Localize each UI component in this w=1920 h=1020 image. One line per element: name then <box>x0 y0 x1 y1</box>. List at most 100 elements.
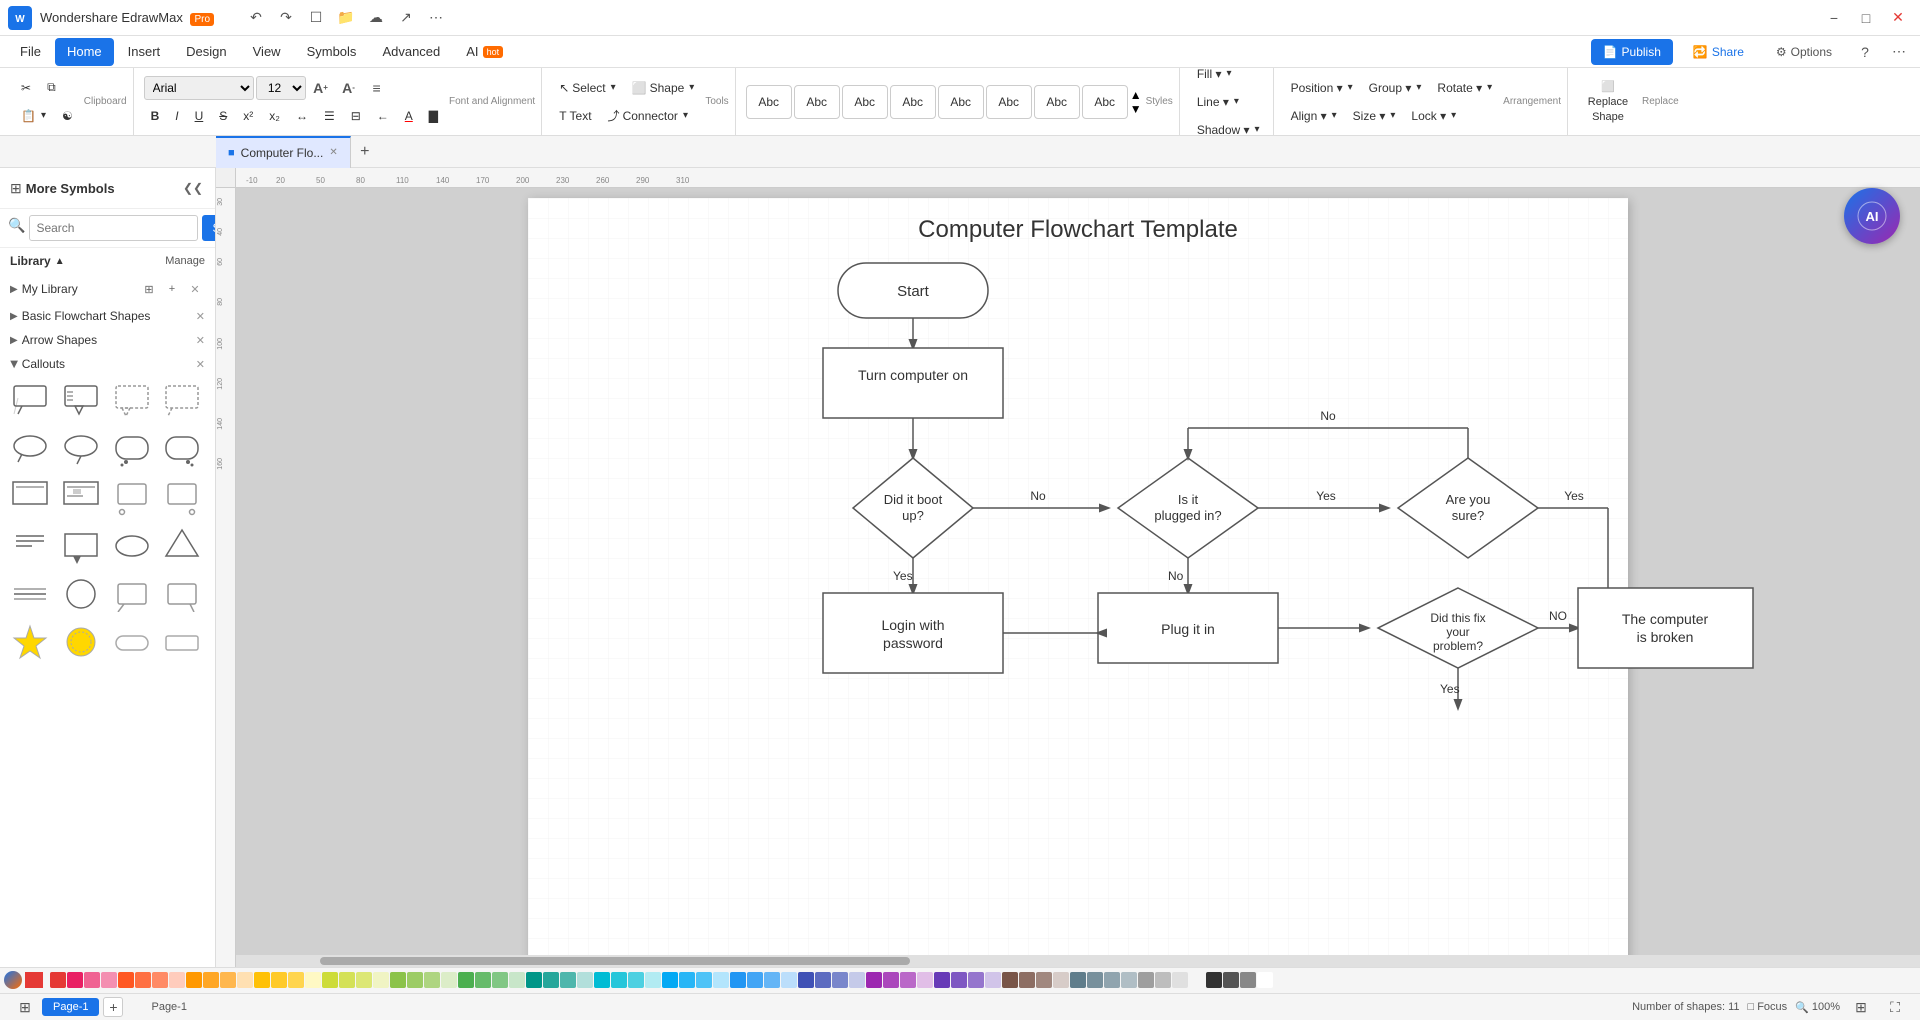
color-swatch[interactable] <box>458 972 474 988</box>
color-swatch[interactable] <box>781 972 797 988</box>
ai-avatar[interactable]: AI <box>1844 188 1900 244</box>
bold-button[interactable]: B <box>144 103 167 129</box>
color-swatch[interactable] <box>900 972 916 988</box>
maximize-button[interactable]: □ <box>1852 4 1880 32</box>
callout-shape-16[interactable] <box>160 524 204 568</box>
color-swatch[interactable] <box>679 972 695 988</box>
search-button[interactable]: Search <box>202 215 216 241</box>
abc-shape-3[interactable]: Abc <box>842 85 888 119</box>
minimize-button[interactable]: − <box>1820 4 1848 32</box>
color-swatch[interactable] <box>118 972 134 988</box>
color-swatch[interactable] <box>152 972 168 988</box>
copy-button[interactable]: ⧉ <box>40 75 63 101</box>
color-swatch[interactable] <box>1002 972 1018 988</box>
callout-shape-14[interactable] <box>59 524 103 568</box>
underline-button[interactable]: U <box>188 103 211 129</box>
abc-shape-6[interactable]: Abc <box>986 85 1032 119</box>
menu-symbols[interactable]: Symbols <box>295 38 369 66</box>
color-swatch[interactable] <box>1087 972 1103 988</box>
abc-shape-7[interactable]: Abc <box>1034 85 1080 119</box>
italic-button[interactable]: I <box>168 103 185 129</box>
save-button[interactable]: ☐ <box>302 4 330 32</box>
callout-shape-13[interactable] <box>8 524 52 568</box>
font-size-select[interactable]: 12 <box>256 76 306 100</box>
color-swatch[interactable] <box>441 972 457 988</box>
paste-button[interactable]: 📋 <box>14 103 53 129</box>
color-swatch[interactable] <box>866 972 882 988</box>
my-library-expand-btn[interactable]: ⊞ <box>139 279 159 299</box>
color-swatch[interactable] <box>509 972 525 988</box>
current-color-swatch[interactable] <box>25 972 43 988</box>
callout-shape-9[interactable] <box>8 476 52 520</box>
callout-shape-23[interactable] <box>110 620 154 664</box>
basic-flowchart-close-btn[interactable]: ✕ <box>196 310 205 323</box>
callout-shape-20[interactable] <box>160 572 204 616</box>
share-button[interactable]: 🔁 Share <box>1681 41 1756 63</box>
color-swatch[interactable] <box>628 972 644 988</box>
color-wheel-button[interactable] <box>4 971 22 989</box>
open-button[interactable]: 📁 <box>332 4 360 32</box>
color-swatch[interactable] <box>339 972 355 988</box>
my-library-section[interactable]: ▶ My Library ⊞ + ✕ <box>0 274 215 304</box>
my-library-close-btn[interactable]: ✕ <box>185 279 205 299</box>
page-tab-1[interactable]: Page-1 <box>42 998 99 1016</box>
horizontal-scrollbar[interactable] <box>236 955 1920 967</box>
color-swatch[interactable] <box>832 972 848 988</box>
tab-add-button[interactable]: + <box>351 138 379 166</box>
color-swatch[interactable] <box>560 972 576 988</box>
callout-shape-11[interactable] <box>110 476 154 520</box>
color-swatch[interactable] <box>424 972 440 988</box>
callout-shape-2[interactable] <box>59 380 103 424</box>
export-button[interactable]: ↗ <box>392 4 420 32</box>
help-button[interactable]: ? <box>1852 39 1878 65</box>
callout-shape-22[interactable] <box>59 620 103 664</box>
color-swatch[interactable] <box>407 972 423 988</box>
color-swatch[interactable] <box>849 972 865 988</box>
color-swatch[interactable] <box>390 972 406 988</box>
abc-shape-4[interactable]: Abc <box>890 85 936 119</box>
more-button[interactable]: ⋯ <box>422 4 450 32</box>
zoom-control[interactable]: 🔍 100% <box>1795 1001 1840 1014</box>
menu-ai[interactable]: AI hot <box>454 38 515 66</box>
color-swatch[interactable] <box>67 972 83 988</box>
callouts-close-btn[interactable]: ✕ <box>196 358 205 371</box>
color-swatch[interactable] <box>356 972 372 988</box>
color-swatch[interactable] <box>475 972 491 988</box>
color-swatch[interactable] <box>169 972 185 988</box>
group-button[interactable]: Group ▾ <box>1362 75 1429 101</box>
connector-button[interactable]: ⤴ Connector <box>601 103 695 129</box>
undo-button[interactable]: ↶ <box>242 4 270 32</box>
callout-shape-19[interactable] <box>110 572 154 616</box>
replace-shape-button[interactable]: ⬜ Replace Shape <box>1578 77 1638 127</box>
callout-shape-7[interactable] <box>110 428 154 472</box>
strikethrough-button[interactable]: S <box>212 103 234 129</box>
my-library-add-btn[interactable]: + <box>162 279 182 299</box>
color-swatch[interactable] <box>662 972 678 988</box>
color-swatch[interactable] <box>101 972 117 988</box>
focus-button[interactable]: □ Focus <box>1748 1001 1788 1013</box>
menu-advanced[interactable]: Advanced <box>370 38 452 66</box>
font-family-select[interactable]: Arial <box>144 76 254 100</box>
color-swatch[interactable] <box>815 972 831 988</box>
arrow-shapes-close-btn[interactable]: ✕ <box>196 334 205 347</box>
close-button[interactable]: ✕ <box>1884 4 1912 32</box>
format-paint-button[interactable]: ☯ <box>55 103 80 129</box>
cut-button[interactable]: ✂ <box>14 75 38 101</box>
callout-shape-3[interactable] <box>110 380 154 424</box>
subscript-button[interactable]: x₂ <box>262 103 287 129</box>
font-shrink-button[interactable]: A- <box>336 75 362 101</box>
color-swatch[interactable] <box>611 972 627 988</box>
color-swatch[interactable] <box>305 972 321 988</box>
color-swatch[interactable] <box>203 972 219 988</box>
abc-shape-5[interactable]: Abc <box>938 85 984 119</box>
color-swatch[interactable] <box>1036 972 1052 988</box>
color-swatch[interactable] <box>186 972 202 988</box>
collapse-button[interactable]: ⋯ <box>1886 39 1912 65</box>
color-swatch[interactable] <box>577 972 593 988</box>
size-button[interactable]: Size ▾ <box>1346 103 1403 129</box>
callout-shape-10[interactable] <box>59 476 103 520</box>
font-grow-button[interactable]: A+ <box>308 75 334 101</box>
color-swatch[interactable] <box>713 972 729 988</box>
color-swatch[interactable] <box>883 972 899 988</box>
fullscreen-button[interactable]: ⛶ <box>1882 994 1908 1020</box>
